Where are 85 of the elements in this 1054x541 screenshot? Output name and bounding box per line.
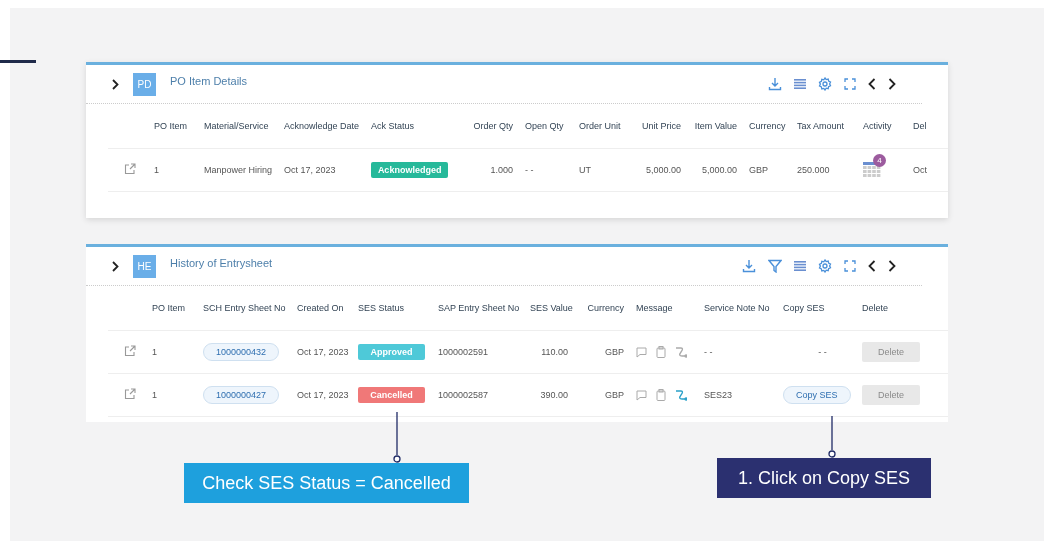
open-external-icon[interactable] [124,388,136,400]
column-header: Message [636,303,673,313]
expand-icon[interactable] [112,78,119,90]
table-cell: 1000002587 [438,390,489,400]
column-header: PO Item [154,121,187,131]
status-badge: Acknowledged [371,162,449,178]
section-title: History of Entrysheet [170,257,274,269]
table-cell: Manpower Hiring [204,165,273,175]
route-icon[interactable] [675,389,687,401]
column-header: Unit Price [642,121,681,131]
column-header: Copy SES [783,303,825,313]
column-header: PO Item [152,303,185,313]
link-pill[interactable]: 1000000427 [203,386,280,404]
table-cell: UT [579,165,591,175]
status-badge: Approved [358,344,426,360]
table-cell: Oct 17, 2023 [297,390,349,400]
link-pill[interactable]: Copy SES [783,386,851,404]
column-header: SCH Entry Sheet No [203,303,286,313]
table-cell: 1 [152,390,157,400]
section-avatar: HE [133,254,156,278]
table-cell: 110.00 [541,347,568,357]
column-header: Order Qty [473,121,513,131]
settings-icon[interactable] [818,259,832,273]
table-cell: Oct 17, 2023 [284,165,336,175]
column-header: Material/Service [204,121,269,131]
column-header: Currency [749,121,786,131]
table-cell: 1000002591 [438,347,489,357]
column-header: Acknowledge Date [284,121,360,131]
table-cell: - - [818,347,827,357]
column-header: Order Unit [579,121,621,131]
chevron-right-icon[interactable] [888,260,896,272]
table-cell: 390.00 [540,390,568,400]
table-cell: GBP [605,347,624,357]
table-cell: 250.000 [797,165,830,175]
fullscreen-icon[interactable] [844,260,856,272]
column-header: SAP Entry Sheet No [438,303,520,313]
table-cell: Oct 17, 2023 [297,347,349,357]
table-cell: GBP [749,165,768,175]
table-cell: Oct [913,165,927,175]
column-header: Del [913,121,927,131]
table-cell: 1 [154,165,159,175]
download-icon[interactable] [742,259,756,273]
column-header: Item Value [694,121,737,131]
settings-icon[interactable] [818,77,832,91]
column-header: Activity [863,121,892,131]
open-external-icon[interactable] [124,163,136,175]
column-header: SES Value [530,303,573,313]
chevron-right-icon[interactable] [888,78,896,90]
list-icon[interactable] [794,261,806,271]
column-header: Currency [587,303,624,313]
fullscreen-icon[interactable] [844,78,856,90]
comment-icon[interactable] [636,389,647,401]
column-header: Ack Status [371,121,415,131]
table-cell: - - [525,165,534,175]
chevron-left-icon[interactable] [868,260,876,272]
expand-icon[interactable] [112,260,119,272]
status-badge: Cancelled [358,387,426,403]
column-header: SES Status [358,303,405,313]
section-title: PO Item Details [170,75,249,87]
callout-label: 1. Click on Copy SES [717,458,931,498]
download-icon[interactable] [768,77,782,91]
column-header: Open Qty [525,121,564,131]
column-header: Service Note No [704,303,770,313]
table-cell: SES23 [704,390,733,400]
column-header: Created On [297,303,344,313]
clipboard-icon[interactable] [656,346,666,358]
route-icon[interactable] [675,346,687,358]
link-pill[interactable]: 1000000432 [203,343,280,361]
clipboard-icon[interactable] [656,389,666,401]
chevron-left-icon[interactable] [868,78,876,90]
column-header: Delete [862,303,888,313]
section-avatar: PD [133,72,156,96]
table-cell: 1.000 [490,165,513,175]
table-cell: 5,000.00 [701,165,737,175]
filter-icon[interactable] [768,259,782,273]
comment-icon[interactable] [636,346,647,358]
list-icon[interactable] [794,79,806,89]
table-cell: 1 [152,347,157,357]
callout-label: Check SES Status = Cancelled [184,463,469,503]
table-cell: - - [704,347,713,357]
column-header: Tax Amount [797,121,845,131]
table-cell: GBP [605,390,624,400]
table-cell: 5,000.00 [645,165,681,175]
count-badge: 4 [873,154,886,167]
open-external-icon[interactable] [124,345,136,357]
